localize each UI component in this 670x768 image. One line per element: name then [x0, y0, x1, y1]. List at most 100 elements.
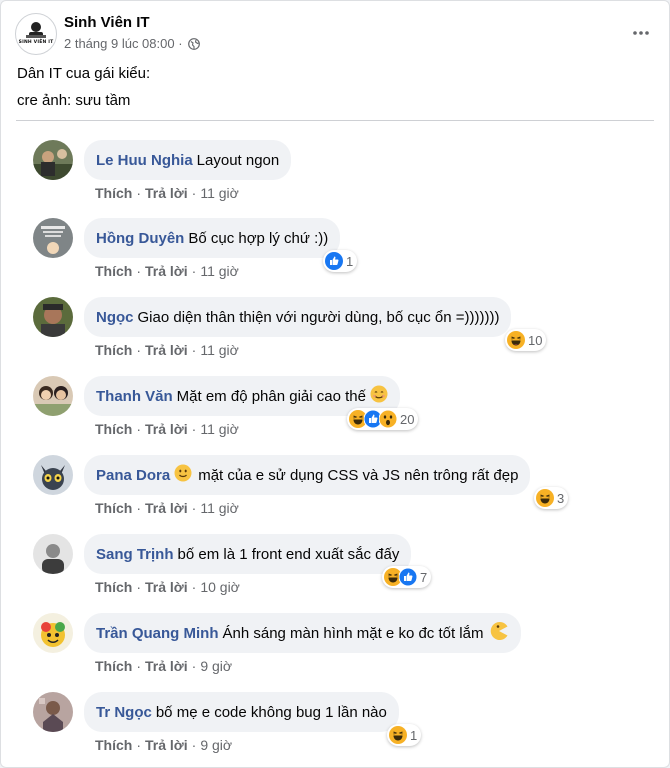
comment-actions: Thích · Trả lời · 11 giờ — [95, 500, 239, 516]
comment-author[interactable]: Ngọc — [96, 309, 134, 326]
avatar[interactable] — [33, 376, 73, 416]
comment-item: Pana Dora mặt của e sử dụng CSS và JS nê… — [1, 436, 669, 516]
haha-reaction-icon — [389, 726, 407, 744]
comment-item: Hồng Duyên Bố cục hợp lý chứ :)) Thích · T… — [1, 199, 669, 279]
reply-link[interactable]: Trả lời — [145, 737, 188, 753]
action-separator: · — [191, 421, 197, 437]
reply-link[interactable]: Trả lời — [145, 579, 188, 595]
reaction-summary[interactable]: 1 — [323, 250, 358, 272]
post-card: SINH VIÊN IT Sinh Viên IT 2 tháng 9 lúc … — [0, 0, 670, 768]
comment-time[interactable]: 10 giờ — [200, 579, 240, 595]
comment-author[interactable]: Sang Trịnh — [96, 546, 174, 563]
post-meta: 2 tháng 9 lúc 08:00 · — [64, 36, 201, 53]
smile-emoji-icon — [370, 385, 388, 408]
reply-link[interactable]: Trả lời — [145, 658, 188, 674]
action-separator: · — [136, 579, 142, 595]
comment-item: Tr Ngọc bố mẹ e code không bug 1 lần nào… — [1, 673, 669, 753]
like-reaction-icon — [325, 252, 343, 270]
comment-text: bố em là 1 front end xuất sắc đấy — [177, 545, 400, 563]
comment-time[interactable]: 9 giờ — [200, 737, 232, 753]
reply-link[interactable]: Trả lời — [145, 263, 188, 279]
comment-actions: Thích · Trả lời · 11 giờ — [95, 421, 239, 437]
pacman-emoji-icon — [489, 621, 509, 646]
reaction-count: 7 — [420, 569, 428, 585]
comment-author[interactable]: Pana Dora — [96, 467, 170, 484]
comment-time[interactable]: 9 giờ — [200, 658, 232, 674]
like-link[interactable]: Thích — [95, 579, 132, 595]
comment-bubble: Trần Quang Minh Ánh sáng màn hình mặt e … — [84, 613, 522, 653]
reply-link[interactable]: Trả lời — [145, 500, 188, 516]
post-text-line-2: cre ảnh: sưu tầm — [17, 92, 131, 109]
comment-item: Thanh Văn Mặt em độ phân giải cao thế Th… — [1, 357, 669, 437]
page-name[interactable]: Sinh Viên IT — [64, 14, 150, 31]
comment-text: bố mẹ e code không bug 1 lần nào — [155, 703, 387, 721]
comment-author[interactable]: Le Huu Nghia — [96, 152, 193, 169]
action-separator: · — [191, 263, 197, 279]
comment-time[interactable]: 11 giờ — [200, 342, 239, 358]
comment-actions: Thích · Trả lời · 10 giờ — [95, 579, 240, 595]
comment-time[interactable]: 11 giờ — [200, 263, 239, 279]
comment-author[interactable]: Hồng Duyên — [96, 230, 184, 247]
avatar[interactable] — [33, 534, 73, 574]
reaction-summary[interactable]: 20 — [347, 408, 419, 430]
like-reaction-icon — [398, 567, 418, 587]
reply-link[interactable]: Trả lời — [145, 342, 188, 358]
post-timestamp[interactable]: 2 tháng 9 lúc 08:00 — [64, 36, 175, 51]
comment-text: Layout ngon — [196, 151, 280, 169]
like-link[interactable]: Thích — [95, 737, 132, 753]
comment-bubble: Hồng Duyên Bố cục hợp lý chứ :)) — [84, 218, 341, 258]
avatar[interactable] — [33, 218, 73, 258]
avatar[interactable] — [33, 613, 73, 653]
action-separator: · — [136, 342, 142, 358]
comment-item: Ngọc Giao diện thân thiện với người dùng… — [1, 278, 669, 358]
reaction-count: 10 — [528, 332, 543, 348]
comment-item: Trần Quang Minh Ánh sáng màn hình mặt e … — [1, 594, 669, 674]
action-separator: · — [136, 500, 142, 516]
reaction-count: 20 — [400, 411, 415, 427]
action-separator: · — [191, 658, 197, 674]
comment-author[interactable]: Thanh Văn — [96, 388, 173, 405]
action-separator: · — [191, 500, 197, 516]
avatar[interactable] — [33, 692, 73, 732]
globe-icon[interactable] — [188, 38, 201, 53]
like-link[interactable]: Thích — [95, 421, 132, 437]
comment-bubble: Pana Dora mặt của e sử dụng CSS và JS nê… — [84, 455, 531, 495]
like-link[interactable]: Thích — [95, 342, 132, 358]
action-separator: · — [136, 737, 142, 753]
reaction-summary[interactable]: 1 — [387, 724, 422, 746]
comment-bubble: Le Huu Nghia Layout ngon — [84, 140, 292, 180]
like-link[interactable]: Thích — [95, 500, 132, 516]
avatar[interactable] — [33, 297, 73, 337]
comment-author[interactable]: Tr Ngọc — [96, 704, 152, 721]
reaction-summary[interactable]: 7 — [382, 566, 432, 588]
like-link[interactable]: Thích — [95, 263, 132, 279]
page-logo-text: SINH VIÊN IT — [18, 40, 54, 45]
comment-text: Mặt em độ phân giải cao thế — [176, 387, 366, 405]
comment-text: Ánh sáng màn hình mặt e ko đc tốt lắm — [222, 624, 484, 642]
comment-text: Bố cục hợp lý chứ :)) — [188, 229, 329, 247]
action-separator: · — [136, 421, 142, 437]
action-separator: · — [136, 263, 142, 279]
comment-item: Sang Trịnh bố em là 1 front end xuất sắc… — [1, 515, 669, 595]
reply-link[interactable]: Trả lời — [145, 421, 188, 437]
reaction-summary[interactable]: 10 — [505, 329, 547, 351]
page-avatar[interactable]: SINH VIÊN IT — [15, 13, 57, 55]
avatar[interactable] — [33, 140, 73, 180]
reaction-count: 1 — [410, 727, 418, 743]
avatar[interactable] — [33, 455, 73, 495]
reaction-count: 3 — [557, 490, 565, 506]
comment-author[interactable]: Trần Quang Minh — [96, 625, 219, 642]
haha-reaction-icon — [536, 489, 554, 507]
haha-reaction-icon — [507, 331, 525, 349]
comment-text: mặt của e sử dụng CSS và JS nên trông rấ… — [198, 466, 519, 484]
comment-time[interactable]: 11 giờ — [200, 421, 239, 437]
reaction-summary[interactable]: 3 — [534, 487, 569, 509]
more-options-icon[interactable] — [627, 19, 655, 47]
comment-time[interactable]: 11 giờ — [200, 500, 239, 516]
comment-bubble: Sang Trịnh bố em là 1 front end xuất sắc… — [84, 534, 412, 574]
comment-actions: Thích · Trả lời · 9 giờ — [95, 737, 232, 753]
slight-smile-emoji-icon — [174, 464, 192, 487]
comment-actions: Thích · Trả lời · 11 giờ — [95, 263, 239, 279]
comment-bubble: Ngọc Giao diện thân thiện với người dùng… — [84, 297, 512, 337]
like-link[interactable]: Thích — [95, 658, 132, 674]
